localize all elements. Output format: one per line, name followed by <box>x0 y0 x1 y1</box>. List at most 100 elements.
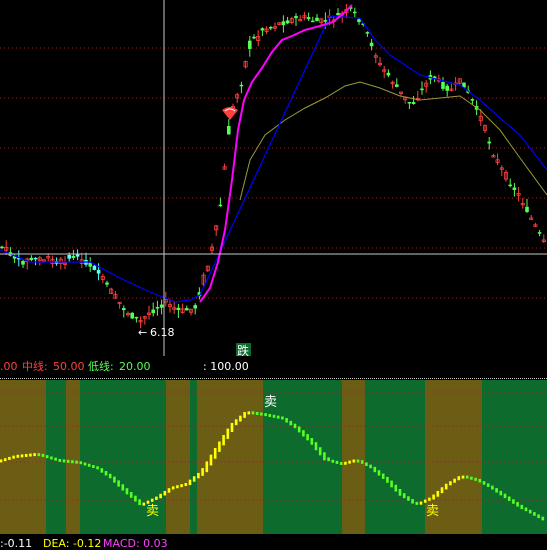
sell-signal-2: 卖 <box>146 504 159 519</box>
candle-body <box>441 82 445 89</box>
candle-body <box>92 265 97 270</box>
indicator-segment <box>37 453 41 457</box>
indicator-segment <box>285 418 288 423</box>
indicator-segment <box>184 483 188 486</box>
indicator-segment <box>50 456 53 460</box>
price-chart[interactable]: 6.18 ← 跌 <box>0 0 547 356</box>
indicator-segment <box>386 476 389 483</box>
indicator-segment <box>381 473 385 479</box>
indicator-segment <box>188 479 192 486</box>
sell-signal-1: 卖 <box>264 395 277 410</box>
candle-body <box>306 17 311 20</box>
indicator-segment <box>209 454 213 466</box>
candle-body <box>323 20 328 22</box>
indicator-segment <box>163 491 167 496</box>
candle-body <box>470 99 475 101</box>
indicator-segment <box>356 459 360 463</box>
indicator-segment <box>428 497 431 501</box>
indicator-segment <box>180 484 183 488</box>
indicator-segment <box>528 509 532 514</box>
indicator-segment <box>365 462 368 466</box>
indicator-segment <box>415 501 419 505</box>
indicator-segment <box>390 480 393 488</box>
indicator-segment <box>335 460 339 464</box>
candle-body <box>193 305 197 309</box>
indicator-segment <box>138 499 141 506</box>
indicator-segment <box>24 453 28 457</box>
indicator-segment <box>323 452 326 461</box>
indicator-segment <box>432 494 435 500</box>
indicator-segment <box>327 457 330 462</box>
indicator-segment <box>486 483 490 487</box>
candle-body <box>218 204 223 207</box>
indicator-segment <box>8 456 11 460</box>
indicator-segment <box>108 473 112 479</box>
indicator-segment <box>331 459 335 463</box>
candle-body <box>365 32 370 34</box>
indicator-segment <box>423 499 427 503</box>
indicator-segment <box>436 490 440 497</box>
candle-body <box>105 282 109 285</box>
mid-line-label: 中线: <box>22 360 48 373</box>
indicator-segment <box>503 493 507 499</box>
indicator-segment <box>461 475 465 479</box>
candle-body <box>122 308 126 311</box>
indicator-segment <box>310 438 314 445</box>
indicator-chart[interactable]: 卖 卖 卖 <box>0 380 547 534</box>
candle-body <box>508 184 512 187</box>
macd-info-bar: :-0.11 DEA: -0.12 MACD: 0.03 <box>0 537 547 550</box>
indicator-segment <box>533 512 536 516</box>
zone-band <box>342 380 365 534</box>
indicator-segment <box>222 435 225 446</box>
candle-body <box>315 17 319 22</box>
candle-body <box>159 304 164 308</box>
indicator-segment <box>100 468 104 473</box>
indicator-segment <box>352 459 356 463</box>
low-price-marker: 6.18 <box>150 326 175 339</box>
candle-body <box>525 206 529 213</box>
indicator-segment <box>495 488 498 493</box>
indicator-segment <box>197 472 200 479</box>
indicator-segment <box>512 499 515 504</box>
indicator-segment <box>226 428 230 439</box>
indicator-segment <box>444 483 448 490</box>
indicator-segment <box>142 502 146 506</box>
indicator-segment <box>348 460 351 464</box>
indicator-segment <box>79 461 83 465</box>
indicator-segment <box>507 496 511 501</box>
candle-body <box>151 309 155 314</box>
indicator-segment <box>71 460 74 464</box>
candlestick-series <box>0 3 546 329</box>
indicator-segment <box>92 465 95 469</box>
indicator-segment <box>201 468 204 476</box>
candle-body <box>294 16 298 19</box>
candle-body <box>134 316 139 319</box>
dea-value: DEA: -0.12 <box>43 537 102 550</box>
indicator-segment <box>339 461 343 465</box>
indicator-segment <box>234 419 238 426</box>
mid-line-value: 50.00 <box>53 360 85 373</box>
candle-body <box>227 126 231 135</box>
candle-body <box>411 102 416 105</box>
warning-icon <box>222 107 238 120</box>
candle-body <box>21 261 25 265</box>
indicator-segment <box>176 485 179 489</box>
indicator-segment <box>297 426 301 433</box>
indicator-segment <box>318 447 322 456</box>
candle-body <box>0 246 4 249</box>
indicator-segment <box>369 464 372 469</box>
candle-body <box>71 255 76 258</box>
macd-diff-value: :-0.11 <box>0 537 33 550</box>
indicator-segment <box>121 484 125 491</box>
indicator-segment <box>465 475 469 479</box>
zone-band <box>190 380 197 534</box>
indicator-segment <box>117 480 120 487</box>
candle-body <box>537 232 542 234</box>
indicator-segment <box>289 420 293 426</box>
indicator-segment <box>402 493 406 499</box>
indicator-segment <box>167 488 171 493</box>
ma-long-line <box>239 81 547 201</box>
indicator-segment <box>29 453 32 457</box>
indicator-segment <box>293 423 297 429</box>
indicator-segment <box>247 411 251 415</box>
